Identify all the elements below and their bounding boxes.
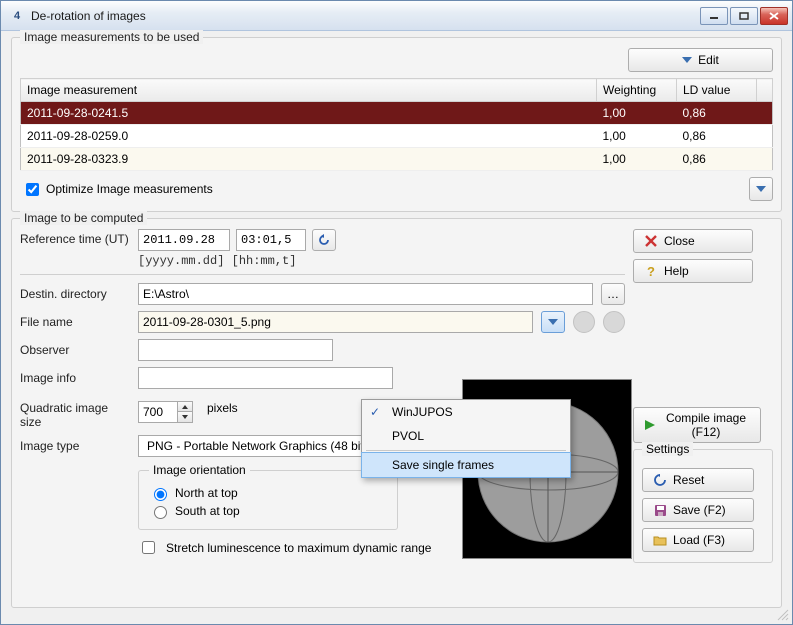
settings-title: Settings [642,442,693,456]
image-type-label: Image type [20,439,130,453]
close-button[interactable]: Close [633,229,753,253]
orientation-group: Image orientation North at top South at … [138,463,398,530]
chevron-down-icon [756,186,766,192]
reset-icon [653,473,667,487]
browse-dir-button[interactable]: … [601,283,625,305]
quad-unit: pixels [207,401,238,415]
south-radio[interactable] [154,506,167,519]
observer-input[interactable] [138,339,333,361]
quad-size-label: Quadratic image size [20,401,130,429]
col-measurement[interactable]: Image measurement [21,79,597,102]
image-info-input[interactable] [138,367,393,389]
settings-group: Settings Reset Save (F2) Load (F3) [633,449,773,563]
reset-label: Reset [673,473,704,487]
menu-separator [366,450,566,451]
edit-button-label: Edit [698,53,719,67]
chevron-down-icon [682,57,692,63]
expand-down-button[interactable] [749,177,773,201]
load-label: Load (F3) [673,533,725,547]
help-button[interactable]: ? Help [633,259,753,283]
quad-size-input[interactable] [138,401,178,423]
load-button[interactable]: Load (F3) [642,528,754,552]
measurements-group: Image measurements to be used Edit Image… [11,37,782,212]
menu-item-winjupos[interactable]: WinJUPOS [362,400,570,424]
ref-time-input[interactable] [236,229,306,251]
file-dropdown-button[interactable] [541,311,565,333]
menu-item-save-frames[interactable]: Save single frames [361,452,571,478]
table-row[interactable]: 2011-09-28-0241.51,000,86 [21,102,773,125]
close-label: Close [664,234,695,248]
preview-slot-1[interactable] [573,311,595,333]
close-icon [644,234,658,248]
save-label: Save (F2) [673,503,726,517]
file-name-label: File name [20,315,130,329]
menu-item-pvol[interactable]: PVOL [362,424,570,448]
compile-button[interactable]: Compile image (F12) [633,407,761,443]
save-icon [653,503,667,517]
help-label: Help [664,264,689,278]
save-button[interactable]: Save (F2) [642,498,754,522]
resize-grip[interactable] [776,608,790,622]
app-window: 4 De-rotation of images Image measuremen… [0,0,793,625]
optimize-checkbox[interactable] [26,183,39,196]
edit-button[interactable]: Edit [628,48,773,72]
chevron-down-icon [548,319,558,325]
image-info-label: Image info [20,371,130,385]
col-scroll [757,79,773,102]
window-title: De-rotation of images [31,9,700,23]
ref-time-label: Reference time (UT) [20,229,130,246]
measurements-table[interactable]: Image measurement Weighting LD value 201… [20,78,773,171]
undo-icon [317,233,331,247]
north-label: North at top [175,486,238,500]
maximize-button[interactable] [730,7,758,25]
col-weighting[interactable]: Weighting [597,79,677,102]
quad-size-down[interactable] [178,412,192,422]
dest-dir-input[interactable] [138,283,593,305]
help-icon: ? [644,264,658,278]
observer-label: Observer [20,343,130,357]
table-row[interactable]: 2011-09-28-0323.91,000,86 [21,148,773,171]
quad-size-up[interactable] [178,402,192,412]
col-ldvalue[interactable]: LD value [677,79,757,102]
reset-time-button[interactable] [312,229,336,251]
compile-label: Compile image (F12) [662,411,750,440]
app-icon: 4 [9,8,25,24]
dest-dir-label: Destin. directory [20,287,130,301]
folder-icon [653,533,667,547]
compute-group-title: Image to be computed [20,211,147,225]
south-label: South at top [175,504,240,518]
optimize-label: Optimize Image measurements [46,182,213,196]
orientation-title: Image orientation [149,463,250,477]
stretch-checkbox[interactable] [142,541,155,554]
table-row[interactable]: 2011-09-28-0259.01,000,86 [21,125,773,148]
stretch-label: Stretch luminescence to maximum dynamic … [166,541,431,555]
file-format-menu: WinJUPOS PVOL Save single frames [361,399,571,478]
ellipsis-icon: … [607,287,619,301]
preview-slot-2[interactable] [603,311,625,333]
play-icon [644,418,656,432]
ref-time-format: [yyyy.mm.dd] [hh:mm,t] [138,254,336,268]
minimize-button[interactable] [700,7,728,25]
ref-date-input[interactable] [138,229,230,251]
reset-button[interactable]: Reset [642,468,754,492]
titlebar: 4 De-rotation of images [1,1,792,31]
close-window-button[interactable] [760,7,788,25]
north-radio[interactable] [154,488,167,501]
file-name-input[interactable] [138,311,533,333]
measurements-group-title: Image measurements to be used [20,30,203,44]
